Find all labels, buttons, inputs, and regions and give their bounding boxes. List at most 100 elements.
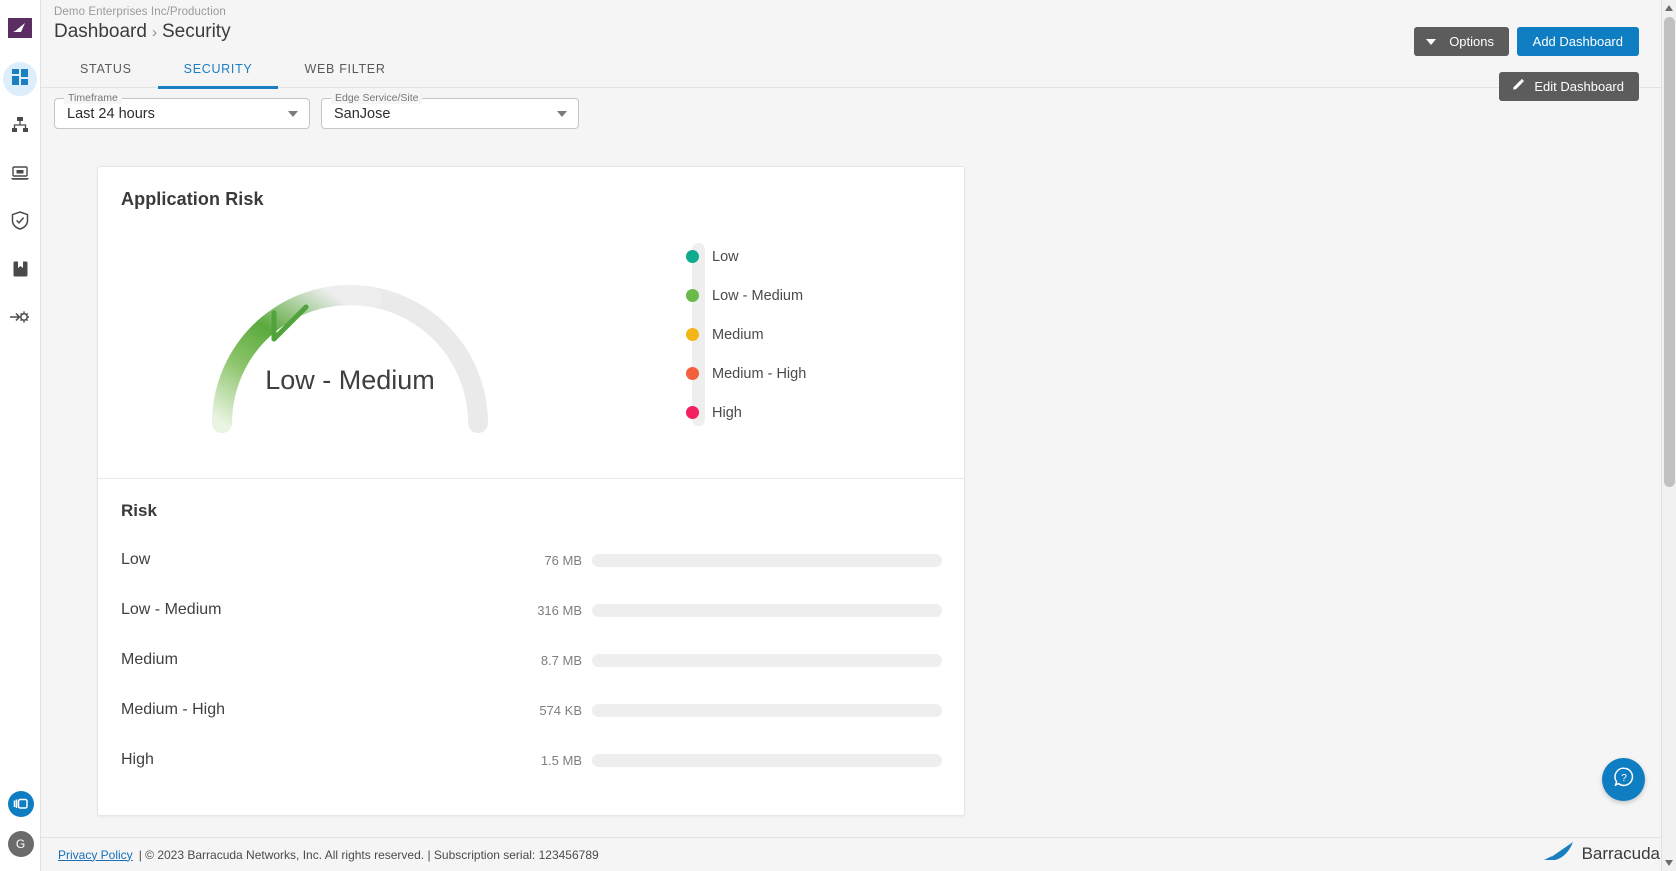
timeframe-select[interactable]: Timeframe Last 24 hours (54, 92, 310, 129)
risk-row-medium-high[interactable]: Medium - High 574 KB (98, 685, 964, 735)
svg-text:?: ? (1621, 772, 1627, 784)
help-button[interactable]: ? (1602, 758, 1645, 801)
risk-track-low (592, 553, 942, 567)
risk-track-medium-high (592, 703, 942, 717)
gauge-value-label: Low - Medium (265, 365, 435, 395)
application-risk-card: Application Risk Low - Medium Low Low - … (97, 166, 965, 816)
privacy-policy-link[interactable]: Privacy Policy (58, 848, 133, 862)
avatar[interactable]: G (7, 831, 34, 857)
legend-item-low[interactable]: Low (686, 237, 806, 276)
risk-section-title: Risk (121, 501, 157, 520)
risk-row-low[interactable]: Low 76 MB (98, 535, 964, 585)
scroll-up-arrow-icon[interactable] (1665, 5, 1673, 11)
dashboard-grid-icon (11, 68, 29, 91)
legend-label-medium-high: Medium - High (712, 365, 807, 382)
risk-row-low-medium[interactable]: Low - Medium 316 MB (98, 585, 964, 635)
barracuda-brand: Barracuda (1543, 839, 1660, 868)
legend-dot-medium (686, 328, 699, 341)
risk-track-high (592, 753, 942, 767)
legend-label-medium: Medium (712, 326, 764, 343)
sidebar: G (0, 0, 41, 871)
barracuda-fin-logo-icon (1543, 839, 1577, 868)
footer: Privacy Policy | © 2023 Barracuda Networ… (41, 837, 1676, 871)
risk-label-low: Low (121, 551, 151, 568)
timeframe-value: Last 24 hours (67, 105, 155, 122)
app-root: G Demo Enterprises Inc/Production Dashbo… (0, 0, 1676, 871)
main-content: Demo Enterprises Inc/Production Dashboar… (41, 0, 1676, 871)
edit-dashboard-button[interactable]: Edit Dashboard (1499, 72, 1639, 101)
sitemap-network-icon (11, 116, 29, 139)
legend-item-high[interactable]: High (686, 393, 806, 432)
edit-dashboard-label: Edit Dashboard (1534, 79, 1624, 94)
risk-row-high[interactable]: High 1.5 MB (98, 735, 964, 785)
legend-item-medium-high[interactable]: Medium - High (686, 354, 806, 393)
question-help-icon: ? (1612, 765, 1636, 794)
risk-value-high: 1.5 MB (540, 752, 582, 768)
sidebar-footer: G (0, 791, 41, 857)
chevron-down-icon (288, 110, 298, 117)
legend-item-low-medium[interactable]: Low - Medium (686, 276, 806, 315)
add-dashboard-button[interactable]: Add Dashboard (1516, 27, 1639, 56)
options-button[interactable]: Options (1414, 27, 1509, 56)
chevron-down-icon (1426, 38, 1437, 45)
scrollbar-thumb[interactable] (1664, 17, 1675, 487)
add-dashboard-label: Add Dashboard (1532, 34, 1623, 49)
sidebar-nav (3, 62, 37, 350)
sidebar-item-dashboard[interactable] (3, 62, 37, 96)
filter-bar: Timeframe Last 24 hours Edge Service/Sit… (41, 88, 1676, 129)
legend-dot-low (686, 250, 699, 263)
barracuda-fin-logo-icon[interactable] (8, 18, 32, 38)
org-path: Demo Enterprises Inc/Production (54, 6, 226, 18)
tab-bar: STATUS SECURITY WEB FILTER (41, 53, 1676, 89)
sidebar-item-network[interactable] (3, 110, 37, 144)
risk-track-medium (592, 653, 942, 667)
legend-dot-high (686, 406, 699, 419)
sidebar-item-library[interactable] (3, 254, 37, 288)
risk-row-medium[interactable]: Medium 8.7 MB (98, 635, 964, 685)
breadcrumb-separator-icon: › (151, 24, 157, 41)
risk-value-medium-high: 574 KB (539, 702, 582, 718)
scroll-down-arrow-icon[interactable] (1665, 860, 1673, 866)
copyright-text: | © 2023 Barracuda Networks, Inc. All ri… (138, 847, 599, 862)
sidebar-item-security[interactable] (3, 206, 37, 240)
arrow-gear-icon (9, 308, 31, 331)
risk-track-low-medium (592, 603, 942, 617)
pencil-edit-icon (1511, 78, 1525, 95)
legend-dot-medium-high (686, 367, 699, 380)
shield-icon (11, 211, 29, 235)
card-title: Application Risk (121, 189, 264, 209)
risk-legend: Low Low - Medium Medium Medium - High Hi… (686, 237, 806, 432)
risk-value-low: 76 MB (544, 552, 582, 568)
risk-value-medium: 8.7 MB (540, 652, 582, 668)
options-button-label: Options (1449, 34, 1494, 49)
brand-name: Barracuda (1581, 843, 1660, 863)
breadcrumb-security[interactable]: Security (162, 21, 231, 42)
sidebar-item-administration[interactable] (3, 302, 37, 336)
legend-label-low-medium: Low - Medium (712, 287, 804, 304)
legend-item-medium[interactable]: Medium (686, 315, 806, 354)
gauge-svg (212, 285, 488, 433)
sidebar-item-endpoint[interactable] (3, 158, 37, 192)
risk-value-low-medium: 316 MB (537, 602, 582, 618)
risk-label-high: High (121, 751, 154, 768)
risk-label-medium: Medium (121, 651, 178, 668)
gauge-track (212, 285, 488, 433)
gauge-chart: Low - Medium Low Low - Medium Medium Med… (98, 210, 964, 478)
tab-status[interactable]: STATUS (54, 53, 158, 88)
legend-dot-low-medium (686, 289, 699, 302)
legend-label-high: High (712, 404, 742, 421)
edge-service-select[interactable]: Edge Service/Site SanJose (321, 92, 579, 129)
book-library-icon (12, 260, 29, 283)
laptop-endpoint-icon (10, 164, 30, 187)
breadcrumb-dashboard[interactable]: Dashboard (54, 21, 147, 42)
timeframe-label: Timeframe (64, 92, 122, 104)
vertical-scrollbar[interactable] (1661, 0, 1676, 871)
tab-security[interactable]: SECURITY (157, 53, 279, 89)
risk-bar-list: Low 76 MB Low - Medium 316 MB Medium 8.7… (98, 521, 964, 815)
risk-label-medium-high: Medium - High (121, 701, 226, 718)
risk-label-low-medium: Low - Medium (121, 601, 222, 618)
edge-service-value: SanJose (334, 105, 391, 122)
chevron-down-icon (557, 110, 567, 117)
app-switcher-icon[interactable] (7, 791, 34, 817)
tab-web-filter[interactable]: WEB FILTER (278, 53, 411, 88)
